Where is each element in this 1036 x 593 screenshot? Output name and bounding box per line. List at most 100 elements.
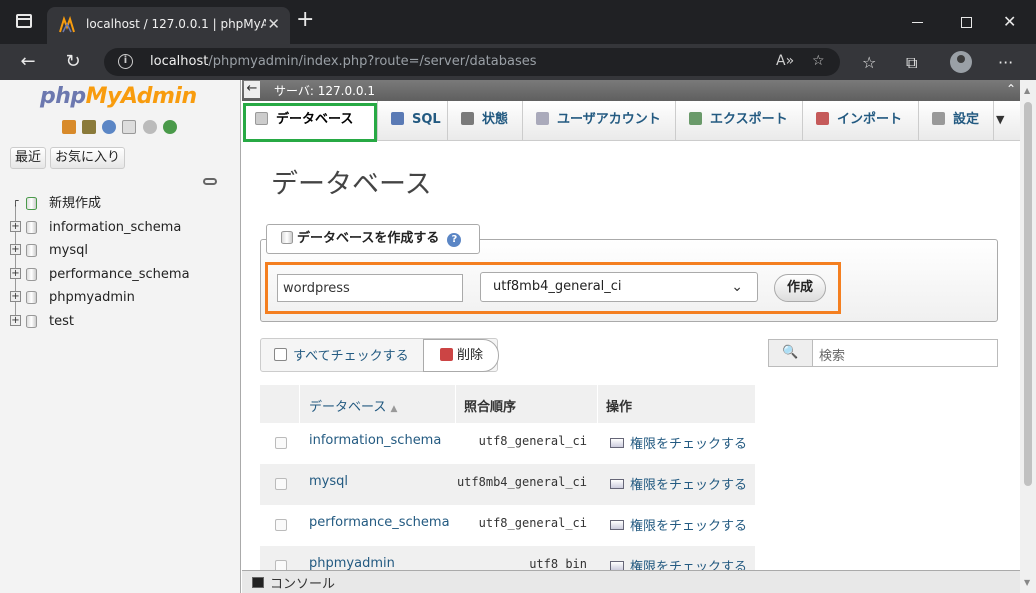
site-info-icon[interactable]: i [118,54,133,69]
collections-icon[interactable]: ⧉ [906,53,917,73]
read-aloud-icon[interactable]: A» [776,53,794,69]
browser-titlebar: localhost / 127.0.0.1 | phpMyAdmin ✕ + ✕ [0,0,1036,44]
profile-avatar[interactable] [950,51,972,73]
settings-gear-icon[interactable] [142,120,157,134]
address-text[interactable]: localhost/phpmyadmin/index.php?route=/se… [150,54,537,69]
tree-label: phpmyadmin [49,290,135,305]
database-icon [26,267,37,281]
favorites-icon[interactable]: ☆ [862,53,876,72]
tab-databases[interactable]: データベース [242,101,378,141]
tree-label: 新規作成 [49,196,102,211]
favorites-button[interactable]: お気に入り [50,147,126,169]
scroll-down-icon[interactable]: ▼ [1024,578,1030,587]
address-bar[interactable]: i localhost/phpmyadmin/index.php?route=/… [104,48,840,76]
privileges-icon [610,561,624,570]
new-tab-icon[interactable]: + [296,9,314,31]
main-scrollbar[interactable]: ▲ ▼ [1020,80,1036,593]
database-link[interactable]: performance_schema [309,515,450,530]
browser-tab[interactable]: localhost / 127.0.0.1 | phpMyAdmin ✕ [47,7,290,44]
help-icon[interactable]: ? [447,233,462,247]
row-checkbox[interactable] [275,478,287,490]
home-icon[interactable] [62,120,76,134]
database-link[interactable]: phpmyadmin [309,556,395,570]
delete-button[interactable]: 削除 [423,339,499,372]
phpmyadmin-logo[interactable]: phpMyAdmin [40,84,197,109]
tab-settings[interactable]: 設定 [919,101,994,141]
server-breadcrumb-bar: ← サーバ: 127.0.0.1 ⌃ [242,80,1020,101]
privileges-icon [610,520,624,530]
collapse-nav-icon[interactable]: ← [244,81,260,98]
console-bar[interactable]: コンソール [242,570,1020,593]
expand-icon[interactable]: + [10,267,21,279]
row-checkbox[interactable] [275,519,287,531]
check-all-label[interactable]: すべてチェックする [293,345,409,364]
reload-icon[interactable]: ↻ [60,50,86,74]
database-icon [26,314,37,328]
collapse-top-icon[interactable]: ⌃ [1006,82,1016,96]
check-privileges-link[interactable]: 権限をチェックする [610,474,747,493]
scroll-thumb[interactable] [1024,102,1032,486]
server-breadcrumb[interactable]: サーバ: 127.0.0.1 [274,82,375,99]
database-name-input[interactable] [277,274,463,302]
collation-value: utf8_bin [529,557,587,570]
maximize-icon[interactable] [956,12,976,32]
database-icon [26,244,37,257]
main-tabs: データベース SQL 状態 ユーザアカウント エクスポート インポート 設定 [242,101,1020,141]
tab-export[interactable]: エクスポート [676,101,803,141]
tab-actions-icon[interactable] [16,14,32,28]
collation-value: utf8_general_ci [478,516,587,530]
window-close-icon[interactable]: ✕ [1003,12,1023,32]
search-input[interactable]: 検索 [819,345,845,364]
users-icon [536,112,549,125]
refresh-icon[interactable] [162,120,177,134]
docs-icon[interactable] [122,120,137,134]
database-link[interactable]: mysql [309,474,348,489]
delete-icon [440,348,453,361]
more-menu-icon[interactable]: ··· [998,53,1013,72]
minimize-icon[interactable] [908,12,928,32]
expand-icon[interactable]: + [10,220,21,232]
expand-icon[interactable]: + [10,244,21,255]
create-button[interactable]: 作成 [774,274,826,302]
console-label[interactable]: コンソール [270,573,335,592]
check-privileges-link[interactable]: 権限をチェックする [610,515,747,534]
check-privileges-link[interactable]: 権限をチェックする [610,556,747,570]
sort-asc-icon: ▲ [390,404,398,414]
create-database-legend: データベースを作成する? [266,224,480,254]
collation-select[interactable]: utf8mb4_general_ci ⌄ [480,272,758,302]
more-tabs-icon[interactable]: ▼ [996,113,1004,126]
check-privileges-link[interactable]: 権限をチェックする [610,433,747,452]
logout-icon[interactable] [82,120,97,134]
tab-status[interactable]: 状態 [448,101,523,141]
expand-icon[interactable]: + [10,314,21,326]
tab-sql[interactable]: SQL [378,101,448,141]
new-database-icon [26,197,37,210]
tree-branch-icon: ┌ [12,196,19,207]
search-icon[interactable]: 🔍 [769,340,813,366]
table-row: information_schema utf8_general_ci 権限をチェ… [260,423,755,464]
status-icon [461,112,474,125]
expand-icon[interactable]: + [10,291,21,302]
back-icon[interactable]: ← [15,50,41,74]
tab-title: localhost / 127.0.0.1 | phpMyAdmin [86,17,266,31]
column-divider [299,385,300,423]
scroll-up-icon[interactable]: ▲ [1024,86,1030,95]
row-checkbox[interactable] [275,437,287,449]
privileges-icon [610,438,624,448]
recent-button[interactable]: 最近 [10,147,47,169]
tab-import[interactable]: インポート [803,101,919,141]
tab-user-accounts[interactable]: ユーザアカウント [523,101,676,141]
collation-selected-value: utf8mb4_general_ci [493,279,622,294]
link-with-main-icon[interactable] [203,178,217,185]
database-link[interactable]: information_schema [309,433,441,448]
browser-toolbar: ← ↻ i localhost/phpmyadmin/index.php?rou… [0,44,1036,80]
export-icon [689,112,702,125]
import-icon [816,112,829,125]
tab-close-icon[interactable]: ✕ [267,15,280,33]
row-checkbox[interactable] [275,560,287,570]
console-icon [252,577,264,588]
header-database[interactable]: データベース ▲ [309,396,397,415]
check-all-checkbox[interactable] [274,348,287,361]
add-favorite-icon[interactable]: ☆ [812,53,825,69]
help-icon[interactable] [102,120,117,134]
